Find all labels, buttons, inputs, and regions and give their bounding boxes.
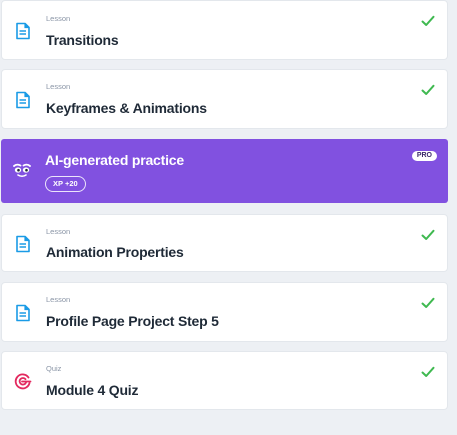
quiz-card-module-4[interactable]: Quiz Module 4 Quiz bbox=[1, 351, 448, 410]
item-type-label: Lesson bbox=[46, 14, 71, 23]
document-icon bbox=[16, 22, 30, 40]
pro-badge: PRO bbox=[411, 151, 437, 161]
item-type-label: Lesson bbox=[46, 295, 71, 304]
document-icon bbox=[16, 91, 30, 109]
ai-practice-title: AI-generated practice bbox=[45, 152, 184, 168]
lesson-card-animation-properties[interactable]: Lesson Animation Properties bbox=[1, 214, 448, 272]
lesson-card-transitions[interactable]: Lesson Transitions bbox=[1, 0, 448, 60]
item-type-label: Lesson bbox=[46, 82, 71, 91]
item-title: Transitions bbox=[46, 32, 119, 48]
item-type-label: Quiz bbox=[46, 364, 62, 373]
checkmark-icon bbox=[421, 15, 435, 26]
item-title: Profile Page Project Step 5 bbox=[46, 313, 219, 329]
document-icon bbox=[16, 304, 30, 322]
xp-reward-badge: XP +20 bbox=[45, 176, 86, 192]
checkmark-icon bbox=[421, 297, 435, 308]
ai-practice-card[interactable]: AI-generated practice XP +20 PRO bbox=[1, 139, 448, 203]
item-title: Module 4 Quiz bbox=[46, 382, 139, 398]
item-title: Animation Properties bbox=[46, 244, 184, 260]
checkmark-icon bbox=[421, 366, 435, 377]
checkmark-icon bbox=[421, 84, 435, 95]
checkmark-icon bbox=[421, 229, 435, 240]
item-title: Keyframes & Animations bbox=[46, 100, 207, 116]
lesson-card-profile-page-project[interactable]: Lesson Profile Page Project Step 5 bbox=[1, 282, 448, 342]
document-icon bbox=[16, 235, 30, 253]
target-icon bbox=[14, 373, 32, 390]
lesson-card-keyframes[interactable]: Lesson Keyframes & Animations bbox=[1, 69, 448, 129]
ai-face-icon bbox=[13, 163, 31, 178]
item-type-label: Lesson bbox=[46, 227, 71, 236]
